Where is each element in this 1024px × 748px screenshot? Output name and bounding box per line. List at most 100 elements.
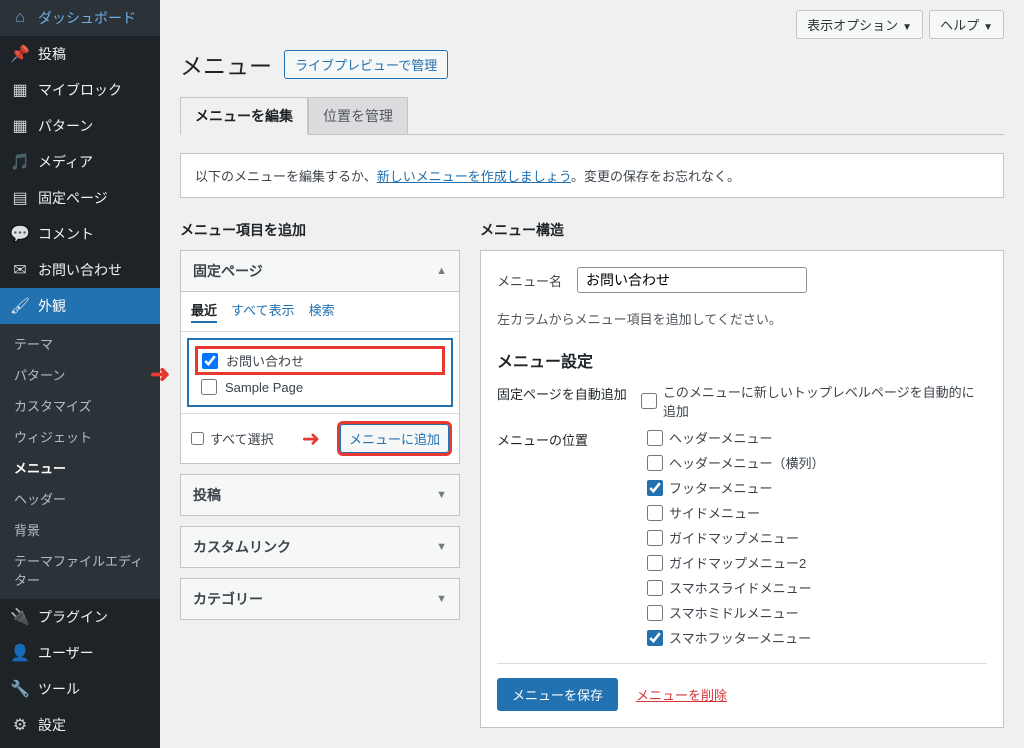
page-title: メニュー [180, 47, 272, 81]
page-checkbox-sample[interactable] [201, 379, 217, 395]
location-text: フッターメニュー [669, 478, 772, 497]
location-checkbox[interactable] [647, 430, 663, 446]
caret-down-icon: ▼ [983, 22, 993, 33]
location-checkbox[interactable] [647, 580, 663, 596]
sidebar-item-patterns[interactable]: ▦パターン [0, 108, 160, 144]
accordion-categories[interactable]: カテゴリー▼ [180, 578, 460, 620]
subtab-recent[interactable]: 最近 [191, 300, 217, 323]
submenu-widgets[interactable]: ウィジェット [0, 421, 160, 452]
tab-edit-menus[interactable]: メニューを編集 [180, 97, 308, 135]
caret-down-icon: ▼ [436, 541, 447, 553]
plug-icon: 🔌 [10, 607, 30, 627]
caret-down-icon: ▼ [902, 22, 912, 33]
page-label: お問い合わせ [226, 351, 304, 370]
accordion-custom-links[interactable]: カスタムリンク ▼ [180, 526, 460, 568]
location-text: スマホミドルメニュー [669, 603, 799, 622]
location-item[interactable]: ヘッダーメニュー（横列） [647, 453, 824, 472]
location-text: スマホフッターメニュー [669, 628, 811, 647]
sidebar-item-myblocks[interactable]: ▦マイブロック [0, 72, 160, 108]
location-item[interactable]: スマホスライドメニュー [647, 578, 824, 597]
auto-add-text: このメニューに新しいトップレベルページを自動的に追加 [663, 382, 987, 420]
location-text: サイドメニュー [669, 503, 760, 522]
location-checkbox[interactable] [647, 605, 663, 621]
sidebar-item-comments[interactable]: 💬コメント [0, 216, 160, 252]
live-preview-button[interactable]: ライブプレビューで管理 [284, 50, 448, 79]
sidebar-label: プラグイン [38, 607, 108, 627]
location-text: スマホスライドメニュー [669, 578, 812, 597]
submenu-menus[interactable]: メニュー [0, 452, 160, 483]
page-checkbox-contact[interactable] [202, 353, 218, 369]
sidebar-label: 外観 [38, 296, 66, 316]
sidebar-label: お問い合わせ [38, 260, 122, 280]
acc-title: カスタムリンク [193, 537, 291, 557]
create-menu-link[interactable]: 新しいメニューを作成しましょう [377, 169, 571, 184]
save-menu-button[interactable]: メニューを保存 [497, 678, 618, 711]
sidebar-item-dashboard[interactable]: ⌂ダッシュボード [0, 0, 160, 36]
notice-text: 。変更の保存をお忘れなく。 [571, 169, 740, 184]
add-items-heading: メニュー項目を追加 [180, 220, 460, 240]
sidebar-item-contact[interactable]: ✉お問い合わせ [0, 252, 160, 288]
info-notice: 以下のメニューを編集するか、新しいメニューを作成しましょう。変更の保存をお忘れな… [180, 153, 1004, 198]
submenu-theme-editor[interactable]: テーマファイルエディター [0, 545, 160, 595]
select-all[interactable]: すべて選択 [191, 429, 274, 448]
location-item[interactable]: サイドメニュー [647, 503, 824, 522]
wrench-icon: 🔧 [10, 679, 30, 699]
location-item[interactable]: スマホミドルメニュー [647, 603, 824, 622]
delete-menu-link[interactable]: メニューを削除 [636, 685, 727, 704]
menu-name-label: メニュー名 [497, 271, 567, 290]
location-item[interactable]: フッターメニュー [647, 478, 824, 497]
accordion-posts[interactable]: 投稿▼ [180, 474, 460, 516]
media-icon: 🎵 [10, 152, 30, 172]
sidebar-item-pages[interactable]: ▤固定ページ [0, 180, 160, 216]
select-all-checkbox[interactable] [191, 432, 204, 445]
location-item[interactable]: ガイドマップメニュー2 [647, 553, 824, 572]
location-item[interactable]: ヘッダーメニュー [647, 428, 824, 447]
submenu-customize[interactable]: カスタマイズ [0, 390, 160, 421]
add-to-menu-button[interactable]: メニューに追加 [340, 424, 449, 453]
sidebar-item-appearance[interactable]: 🖌 外観 [0, 288, 160, 324]
location-checkbox[interactable] [647, 455, 663, 471]
subtab-all[interactable]: すべて表示 [231, 300, 295, 323]
sidebar-item-users[interactable]: 👤ユーザー [0, 635, 160, 671]
sidebar-label: ツール [38, 679, 80, 699]
sidebar-item-plugins[interactable]: 🔌 プラグイン [0, 599, 160, 635]
location-text: ガイドマップメニュー [669, 528, 799, 547]
sidebar-item-media[interactable]: 🎵メディア [0, 144, 160, 180]
caret-up-icon: ▲ [436, 265, 447, 277]
page-item-sample[interactable]: Sample Page [195, 375, 445, 399]
sidebar-item-tools[interactable]: 🔧 ツール [0, 671, 160, 707]
submenu-header[interactable]: ヘッダー [0, 483, 160, 514]
submenu-patterns[interactable]: パターン [0, 359, 160, 390]
location-text: ヘッダーメニュー（横列） [669, 453, 824, 472]
caret-down-icon: ▼ [436, 593, 447, 605]
location-checkbox[interactable] [647, 480, 663, 496]
location-text: ヘッダーメニュー [669, 428, 772, 447]
submenu-background[interactable]: 背景 [0, 514, 160, 545]
help-button[interactable]: ヘルプ▼ [929, 10, 1004, 39]
menu-structure-panel: メニュー名 左カラムからメニュー項目を追加してください。 メニュー設定 固定ペー… [480, 250, 1004, 728]
caret-down-icon: ▼ [436, 489, 447, 501]
subtab-search[interactable]: 検索 [309, 300, 335, 323]
auto-add-checkbox[interactable] [641, 393, 656, 409]
screen-options-button[interactable]: 表示オプション▼ [796, 10, 923, 39]
select-all-label: すべて選択 [210, 429, 274, 448]
location-checkbox[interactable] [647, 505, 663, 521]
brush-icon: 🖌 [10, 296, 30, 316]
location-item[interactable]: スマホフッターメニュー [647, 628, 824, 647]
location-checkbox[interactable] [647, 530, 663, 546]
notice-text: 以下のメニューを編集するか、 [195, 169, 377, 184]
accordion-head-pages[interactable]: 固定ページ ▲ [181, 251, 459, 292]
location-checkbox[interactable] [647, 555, 663, 571]
auto-add-check[interactable]: このメニューに新しいトップレベルページを自動的に追加 [641, 382, 987, 420]
submenu-themes[interactable]: テーマ [0, 328, 160, 359]
grid-icon: ▦ [10, 80, 30, 100]
sidebar-item-posts[interactable]: 📌投稿 [0, 36, 160, 72]
tab-manage-locations[interactable]: 位置を管理 [308, 97, 408, 135]
menu-name-input[interactable] [577, 267, 807, 293]
sidebar-item-settings[interactable]: ⚙設定 [0, 707, 160, 743]
location-checkbox[interactable] [647, 630, 663, 646]
arrow-annotation-icon: ➜ [150, 360, 170, 389]
sidebar-label: 固定ページ [38, 188, 108, 208]
location-item[interactable]: ガイドマップメニュー [647, 528, 824, 547]
page-item-contact[interactable]: お問い合わせ [195, 346, 445, 375]
